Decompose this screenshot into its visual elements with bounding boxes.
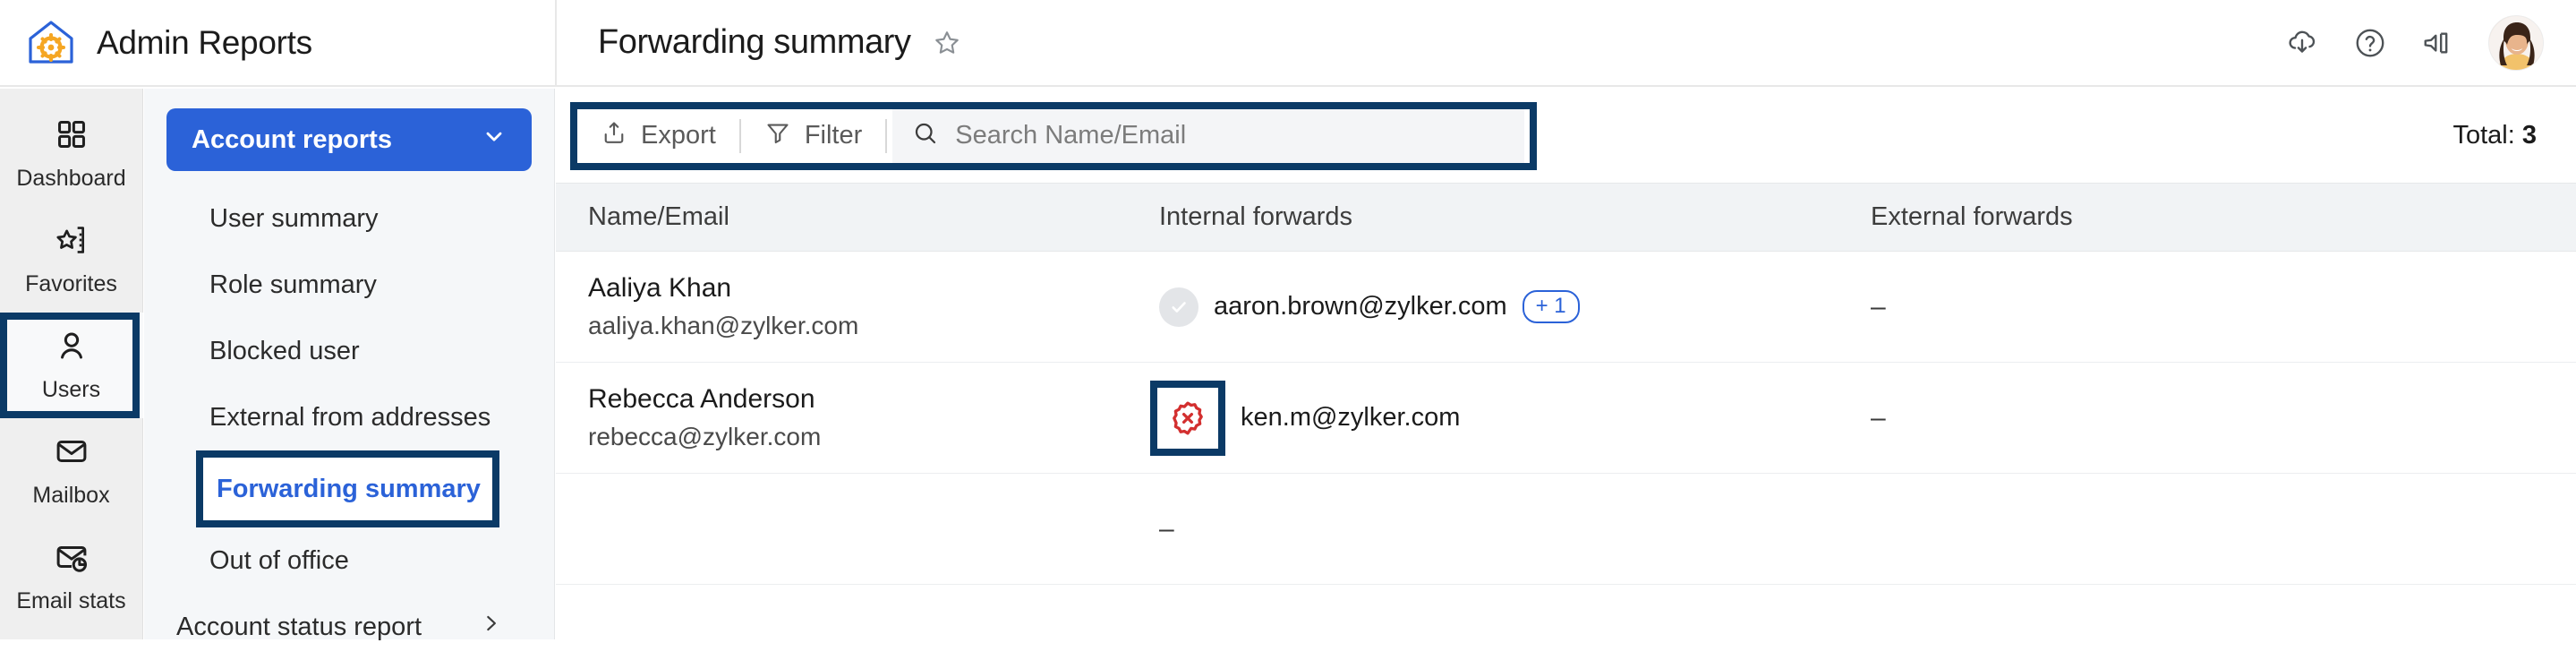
help-icon[interactable] — [2352, 25, 2388, 61]
forward-address: aaron.brown@zylker.com — [1214, 292, 1507, 321]
error-badge-icon[interactable] — [1150, 381, 1225, 456]
subnav-item-out-of-office[interactable]: Out of office — [144, 527, 554, 594]
total-label: Total: — [2452, 121, 2514, 150]
user-email: aaliya.khan@zylker.com — [588, 312, 1159, 340]
sidebar-item-label: Favorites — [25, 271, 117, 297]
sidebar-item-label: Dashboard — [16, 166, 125, 192]
subnav-item-label: External from addresses — [209, 403, 490, 433]
app-title: Admin Reports — [97, 24, 312, 62]
subnav-item-label: Role summary — [209, 270, 377, 300]
secondary-nav-list: User summary Role summary Blocked user E… — [144, 185, 554, 660]
upload-icon — [601, 119, 627, 153]
table-row[interactable]: Aaliya Khan aaliya.khan@zylker.com aaron… — [556, 252, 2576, 363]
subnav-item-label: Out of office — [209, 546, 349, 576]
column-header-internal-forwards: Internal forwards — [1159, 202, 1871, 232]
chevron-down-icon — [482, 124, 507, 156]
table-header: Name/Email Internal forwards External fo… — [556, 183, 2576, 252]
cell-name-email: Aaliya Khan aaliya.khan@zylker.com — [556, 273, 1159, 340]
search-icon — [912, 120, 939, 151]
page-title-zone: Forwarding summary — [557, 0, 2284, 85]
sidebar-item-users[interactable]: Users — [0, 313, 143, 418]
subnav-item-label: Account status report — [176, 613, 422, 642]
user-name: Aaliya Khan — [588, 273, 1159, 304]
secondary-nav: Account reports User summary Role summar… — [144, 89, 555, 639]
subnav-item-label: Blocked user — [209, 337, 360, 366]
table-row[interactable]: Rebecca Anderson rebecca@zylker.com ken.… — [556, 363, 2576, 474]
top-bar: Admin Reports Forwarding summary — [0, 0, 2576, 87]
user-email: rebecca@zylker.com — [588, 423, 1159, 451]
sidebar-item-label: Users — [42, 377, 100, 403]
cloud-download-icon[interactable] — [2284, 25, 2320, 61]
subnav-item-blocked-user[interactable]: Blocked user — [144, 318, 554, 384]
cell-external-forwards: – — [1871, 403, 2576, 433]
cell-internal-forwards: aaron.brown@zylker.com + 1 — [1159, 287, 1871, 327]
icon-rail: Dashboard Favorites Users Mailbo — [0, 89, 143, 639]
subnav-item-user-summary[interactable]: User summary — [144, 185, 554, 252]
cell-internal-forwards: ken.m@zylker.com — [1159, 381, 1871, 456]
sidebar-item-label: Mailbox — [32, 483, 109, 509]
sidebar-item-label: Email stats — [16, 588, 125, 614]
subnav-item-label: User summary — [209, 204, 379, 234]
chevron-right-icon — [479, 612, 502, 642]
subnav-item-role-summary[interactable]: Role summary — [144, 252, 554, 318]
sidebar-item-mailbox[interactable]: Mailbox — [0, 418, 143, 524]
divider — [885, 119, 887, 153]
grid-icon — [55, 117, 89, 156]
search-placeholder: Search Name/Email — [955, 121, 1186, 150]
forward-address: ken.m@zylker.com — [1241, 403, 1460, 433]
house-gear-icon — [25, 17, 77, 69]
star-list-icon — [55, 223, 89, 261]
user-name: Rebecca Anderson — [588, 384, 1159, 415]
avatar[interactable] — [2488, 15, 2544, 71]
subnav-item-external-from-addresses[interactable]: External from addresses — [144, 384, 554, 450]
export-label: Export — [641, 121, 716, 150]
subnav-item-label: Forwarding summary — [217, 475, 481, 504]
account-reports-label: Account reports — [192, 125, 392, 155]
user-icon — [55, 329, 89, 367]
sidebar-item-dashboard[interactable]: Dashboard — [0, 101, 143, 207]
toolbar: Export Filter Search Name/Email — [556, 89, 2576, 183]
search-input[interactable]: Search Name/Email — [892, 109, 1524, 163]
cell-external-forwards: – — [1871, 292, 2576, 322]
cell-name-email: Rebecca Anderson rebecca@zylker.com — [556, 384, 1159, 451]
table-row[interactable]: – — [556, 474, 2576, 585]
more-badge[interactable]: + 1 — [1523, 290, 1580, 323]
filter-label: Filter — [805, 121, 862, 150]
filter-button[interactable]: Filter — [741, 109, 885, 163]
subnav-item-account-status-report[interactable]: Account status report — [144, 594, 554, 660]
total-value: 3 — [2522, 121, 2537, 150]
account-reports-group[interactable]: Account reports — [166, 108, 532, 171]
subnav-item-forwarding-summary[interactable]: Forwarding summary — [196, 450, 499, 527]
funnel-icon — [764, 119, 791, 153]
page-title: Forwarding summary — [598, 23, 911, 62]
column-header-name-email: Name/Email — [556, 202, 1159, 232]
toolbar-controls: Export Filter Search Name/Email — [570, 102, 1537, 170]
header-actions — [2284, 0, 2576, 85]
check-circle-icon — [1159, 287, 1198, 327]
total-count: Total: 3 — [2452, 121, 2537, 150]
export-button[interactable]: Export — [577, 109, 739, 163]
sidebar-item-favorites[interactable]: Favorites — [0, 207, 143, 313]
mail-chart-icon — [55, 540, 89, 579]
brand[interactable]: Admin Reports — [0, 0, 555, 85]
sidebar-item-email-stats[interactable]: Email stats — [0, 524, 143, 630]
main-content: Export Filter Search Name/Email — [556, 89, 2576, 639]
envelope-icon — [55, 434, 89, 473]
star-outline-icon[interactable] — [931, 27, 963, 59]
column-header-external-forwards: External forwards — [1871, 202, 2576, 232]
cell-internal-forwards: – — [1159, 514, 1871, 544]
announcement-icon[interactable] — [2420, 25, 2456, 61]
